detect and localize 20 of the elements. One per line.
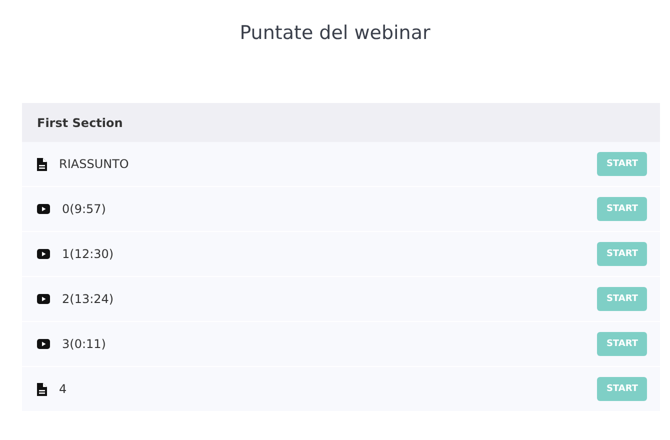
page-title: Puntate del webinar — [238, 21, 432, 46]
start-button[interactable]: START — [597, 152, 647, 176]
document-icon — [37, 158, 47, 170]
document-icon — [37, 382, 47, 396]
start-button[interactable]: START — [597, 242, 647, 266]
video-play-icon — [37, 204, 50, 214]
video-play-icon — [37, 339, 50, 349]
video-play-icon — [37, 249, 50, 259]
start-button[interactable]: START — [597, 287, 647, 311]
section-header: First Section — [22, 103, 660, 142]
lesson-title: 1(12:30) — [62, 247, 115, 261]
lesson-title: 2(13:24) — [62, 292, 115, 306]
start-button[interactable]: START — [597, 197, 647, 221]
lesson-title: 4 — [59, 382, 68, 396]
video-play-icon — [37, 294, 50, 304]
lesson-title: 3(0:11) — [62, 337, 107, 351]
lesson-title: RIASSUNTO — [59, 157, 130, 171]
start-button[interactable]: START — [597, 377, 647, 401]
start-button[interactable]: START — [597, 332, 647, 356]
lesson-title: 0(9:57) — [62, 202, 107, 216]
